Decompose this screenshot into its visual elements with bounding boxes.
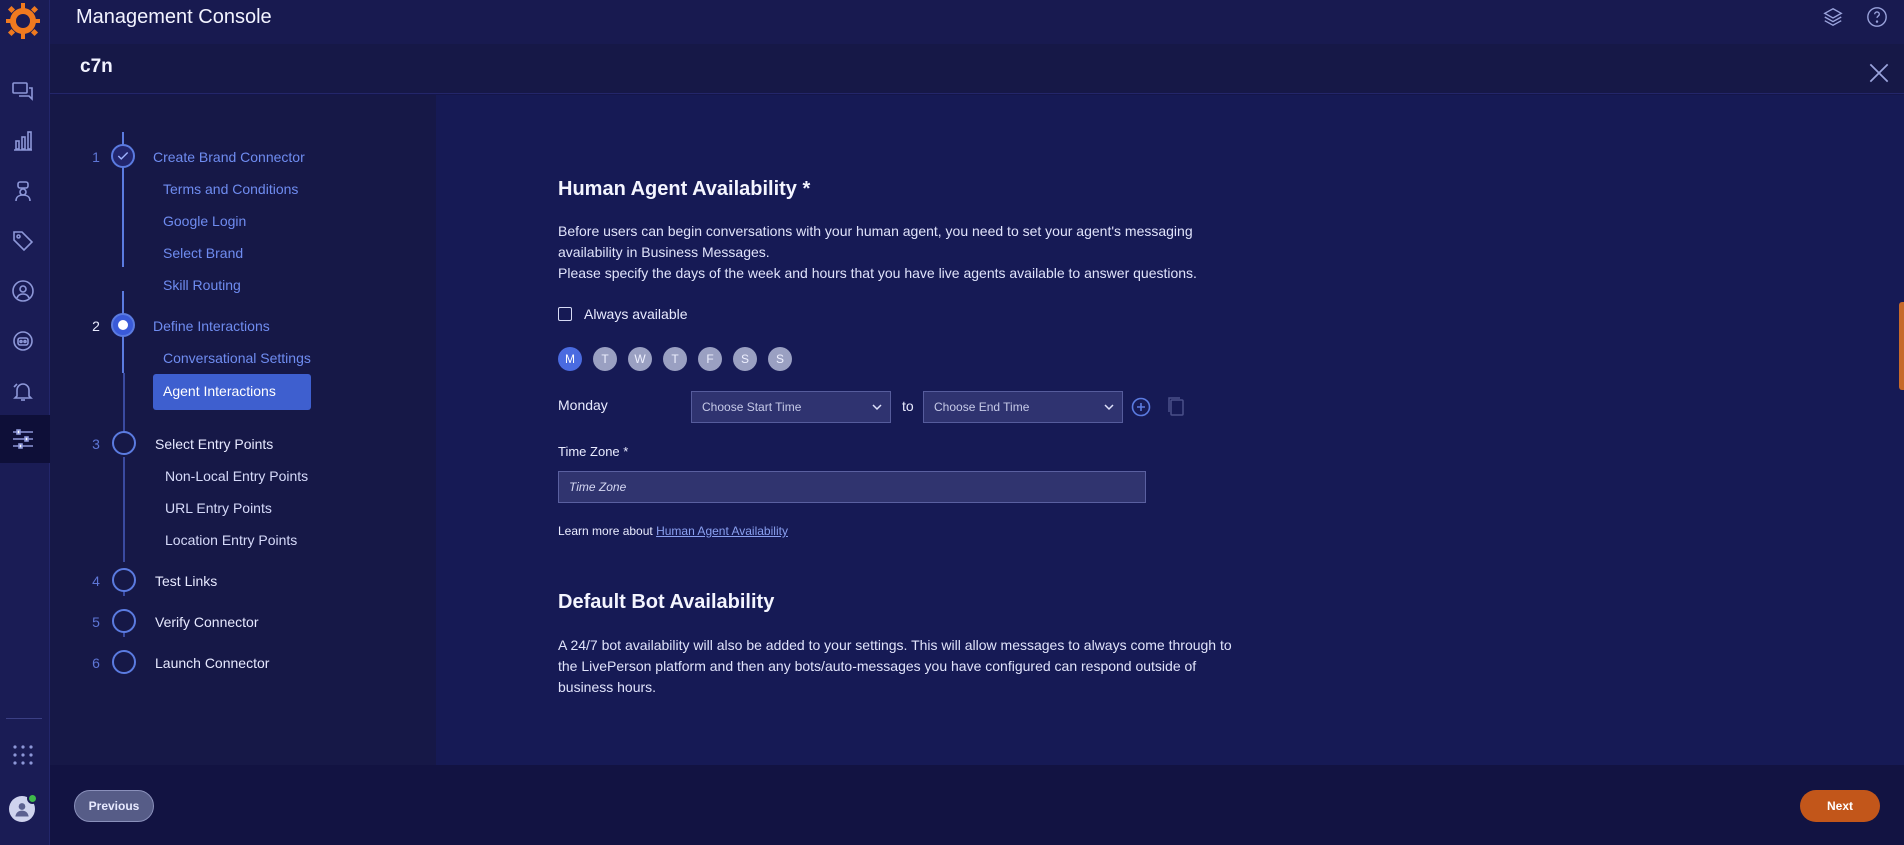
step-pending-indicator-icon: [112, 568, 136, 592]
wizard-footer: Previous Next: [50, 765, 1904, 845]
substep-url-entry-points[interactable]: URL Entry Points: [165, 500, 272, 516]
top-bar: Management Console: [50, 0, 1904, 44]
step-current-indicator-icon: [111, 313, 135, 337]
step-number: 5: [92, 614, 100, 630]
learn-more-prefix: Learn more about: [558, 524, 653, 538]
step-number: 6: [92, 655, 100, 671]
main-content: Human Agent Availability * Before users …: [436, 95, 1904, 765]
substep-location-entry-points[interactable]: Location Entry Points: [165, 532, 297, 548]
weekday-selector: M T W T F S S: [558, 347, 792, 371]
day-monday-button[interactable]: M: [558, 347, 582, 371]
step-number: 3: [92, 436, 100, 452]
apps-grid-icon[interactable]: [8, 740, 38, 770]
day-wednesday-button[interactable]: W: [628, 347, 652, 371]
help-icon[interactable]: [1866, 6, 1888, 28]
close-icon[interactable]: [1866, 60, 1892, 86]
bot-availability-description: A 24/7 bot availability will also be add…: [558, 637, 1232, 695]
step-select-entry-points[interactable]: Select Entry Points: [155, 436, 273, 452]
step-connector-line: [123, 373, 125, 433]
agent-icon[interactable]: [8, 176, 38, 206]
user-avatar[interactable]: [9, 793, 38, 822]
conversations-icon[interactable]: [8, 76, 38, 106]
human-availability-instructions: Please specify the days of the week and …: [558, 265, 1197, 281]
checkbox-box[interactable]: [558, 307, 572, 321]
layers-icon[interactable]: [1822, 6, 1844, 28]
wizard-stepper: 1 Create Brand Connector Terms and Condi…: [50, 95, 436, 765]
substep-agent-interactions[interactable]: Agent Interactions: [153, 374, 311, 410]
rail-divider: [6, 718, 42, 719]
chevron-down-icon: [1104, 404, 1114, 411]
selected-day-label: Monday: [558, 397, 608, 413]
day-sunday-button[interactable]: S: [768, 347, 792, 371]
step-number: 1: [92, 149, 100, 165]
copy-hours-icon[interactable]: [1166, 395, 1186, 417]
add-time-range-icon[interactable]: [1131, 397, 1151, 417]
subheader: c7n: [50, 44, 1904, 94]
online-status-icon: [27, 793, 38, 804]
step-create-brand-connector[interactable]: Create Brand Connector: [153, 149, 305, 165]
bot-icon[interactable]: [8, 326, 38, 356]
day-friday-button[interactable]: F: [698, 347, 722, 371]
to-label: to: [902, 398, 914, 414]
day-tuesday-button[interactable]: T: [593, 347, 617, 371]
always-available-label: Always available: [584, 306, 688, 322]
step-connector-line: [123, 457, 125, 562]
day-thursday-button[interactable]: T: [663, 347, 687, 371]
step-number: 4: [92, 573, 100, 589]
left-nav-rail: [0, 0, 50, 845]
next-button[interactable]: Next: [1800, 790, 1880, 822]
substep-select-brand[interactable]: Select Brand: [163, 245, 243, 261]
previous-button[interactable]: Previous: [74, 790, 154, 822]
substep-conversational-settings[interactable]: Conversational Settings: [163, 350, 311, 366]
start-time-select[interactable]: Choose Start Time: [691, 391, 891, 423]
profile-icon[interactable]: [8, 276, 38, 306]
feedback-side-tab[interactable]: [1899, 302, 1904, 390]
end-time-placeholder: Choose End Time: [934, 400, 1030, 414]
liveperson-logo-icon[interactable]: [4, 3, 42, 39]
timezone-input[interactable]: Time Zone: [558, 471, 1146, 503]
step-launch-connector[interactable]: Launch Connector: [155, 655, 269, 671]
end-time-select[interactable]: Choose End Time: [923, 391, 1123, 423]
bot-availability-heading: Default Bot Availability: [558, 591, 775, 613]
human-availability-heading: Human Agent Availability *: [558, 178, 811, 200]
substep-skill-routing[interactable]: Skill Routing: [163, 277, 241, 293]
connector-name: c7n: [80, 56, 113, 77]
step-define-interactions[interactable]: Define Interactions: [153, 318, 270, 334]
human-availability-link[interactable]: Human Agent Availability: [656, 524, 788, 538]
step-pending-indicator-icon: [112, 609, 136, 633]
always-available-checkbox[interactable]: Always available: [558, 306, 688, 322]
step-pending-indicator-icon: [112, 431, 136, 455]
settings-sliders-icon[interactable]: [8, 424, 38, 454]
step-number: 2: [92, 318, 100, 334]
substep-google-login[interactable]: Google Login: [163, 213, 246, 229]
analytics-icon[interactable]: [8, 126, 38, 156]
step-test-links[interactable]: Test Links: [155, 573, 217, 589]
human-availability-description: Before users can begin conversations wit…: [558, 223, 1193, 260]
app-title: Management Console: [76, 6, 272, 28]
chevron-down-icon: [872, 404, 882, 411]
start-time-placeholder: Choose Start Time: [702, 400, 802, 414]
step-complete-check-icon: [111, 144, 135, 168]
learn-more-text: Learn more about Human Agent Availabilit…: [558, 524, 788, 538]
substep-non-local-entry-points[interactable]: Non-Local Entry Points: [165, 468, 308, 484]
notifications-icon[interactable]: [8, 376, 38, 406]
step-pending-indicator-icon: [112, 650, 136, 674]
timezone-label: Time Zone *: [558, 444, 629, 459]
tags-icon[interactable]: [8, 226, 38, 256]
step-verify-connector[interactable]: Verify Connector: [155, 614, 259, 630]
day-saturday-button[interactable]: S: [733, 347, 757, 371]
substep-terms-and-conditions[interactable]: Terms and Conditions: [163, 181, 298, 197]
